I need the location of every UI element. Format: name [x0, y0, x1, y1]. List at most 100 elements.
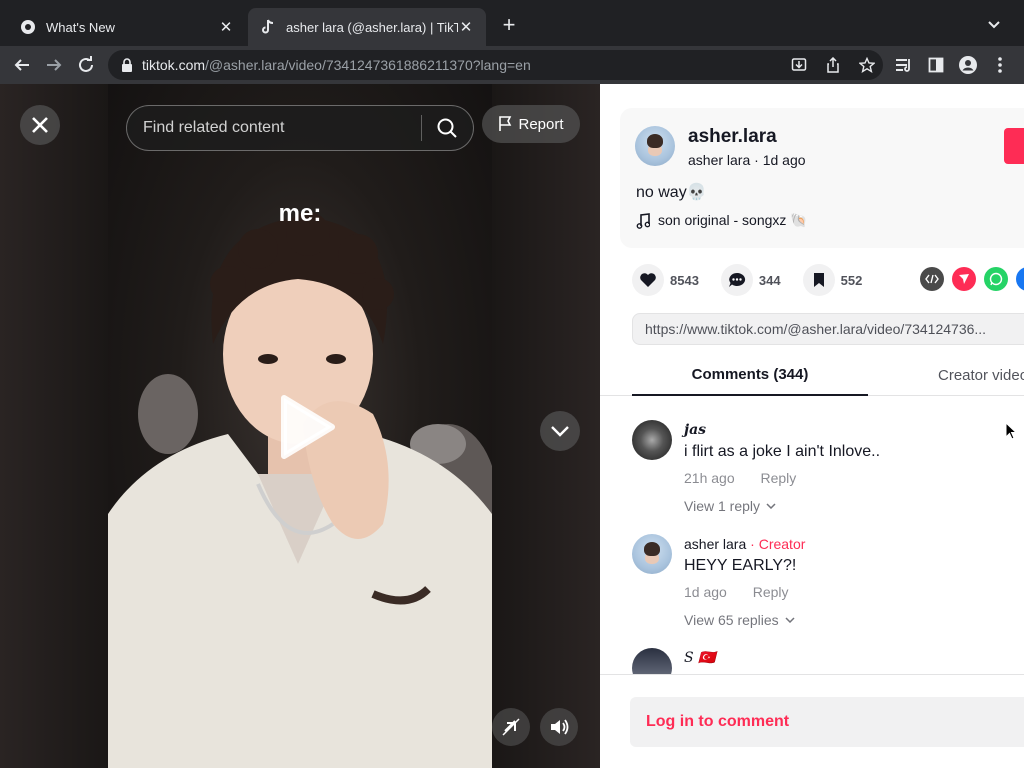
comment-time: 1d ago [684, 584, 727, 600]
chrome-icon [20, 19, 36, 35]
browser-tab-bar: What's New ✕ asher lara (@asher.lara) | … [0, 0, 1024, 46]
new-tab-button[interactable]: + [498, 14, 520, 36]
video-caption: me: [278, 200, 322, 227]
commenter-avatar[interactable] [632, 420, 672, 460]
comment-time: 21h ago [684, 470, 735, 486]
comment-footer: Log in to comment [600, 674, 1024, 768]
tab-search-icon[interactable] [984, 14, 1004, 34]
address-bar[interactable]: tiktok.com/@asher.lara/video/73412473618… [108, 50, 883, 80]
report-button[interactable]: Report [482, 105, 580, 143]
install-app-icon[interactable] [789, 55, 809, 75]
video-player[interactable]: Report me: [0, 84, 600, 768]
chevron-down-icon [551, 426, 569, 437]
author-info-card: asher.lara asher lara · 1d ago no way💀 s… [620, 108, 1024, 248]
comment-item: 𝒋𝒂𝒔 i flirt as a joke I ain't Inlove.. 2… [632, 420, 1024, 520]
close-video-button[interactable] [20, 105, 60, 145]
floating-player-icon [502, 718, 520, 736]
search-divider [421, 115, 422, 141]
like-action[interactable]: 8543 [632, 264, 699, 296]
heart-icon[interactable] [632, 264, 664, 296]
embed-icon[interactable] [920, 267, 944, 291]
chevron-down-icon [766, 503, 776, 509]
login-to-comment-button[interactable]: Log in to comment [630, 697, 1024, 747]
author-avatar[interactable] [635, 126, 675, 166]
browser-toolbar: tiktok.com/@asher.lara/video/73412473618… [0, 46, 1024, 84]
commenter-avatar[interactable] [632, 648, 672, 674]
menu-kebab-icon[interactable] [990, 55, 1010, 75]
comment-meta: 1d ago Reply [684, 584, 811, 600]
back-button[interactable] [9, 52, 35, 78]
search-icon[interactable] [436, 117, 458, 139]
whatsapp-icon[interactable] [984, 267, 1008, 291]
tab-title: What's New [46, 19, 115, 35]
save-action[interactable]: 552 [802, 264, 863, 296]
creator-badge: · Creator [750, 536, 806, 552]
save-count: 552 [840, 272, 863, 288]
forward-button[interactable] [41, 52, 67, 78]
reading-list-icon[interactable] [894, 55, 914, 75]
tab-comments[interactable]: Comments (344) [632, 354, 868, 396]
music-link[interactable]: son original - songxz 🐚 [636, 212, 808, 229]
related-search-input[interactable] [127, 119, 407, 137]
commenter-name[interactable]: 𝒋𝒂𝒔 [684, 422, 706, 438]
send-to-friends-icon[interactable] [952, 267, 976, 291]
profile-icon[interactable] [958, 55, 978, 75]
reply-link[interactable]: Reply [761, 470, 797, 486]
comment-tabs: Comments (344) Creator videos [600, 354, 1024, 396]
video-description: no way💀 [636, 184, 707, 201]
author-subline: asher lara · 1d ago [688, 152, 806, 168]
view-replies-button[interactable]: View 65 replies [684, 612, 795, 628]
comment-list: 𝒋𝒂𝒔 i flirt as a joke I ain't Inlove.. 2… [600, 396, 1024, 674]
comment-text: i flirt as a joke I ain't Inlove.. [684, 443, 881, 460]
tab-tiktok[interactable]: asher lara (@asher.lara) | TikTok ✕ [248, 8, 486, 46]
bookmark-icon[interactable] [802, 264, 835, 296]
engagement-actions: 8543 344 552 [632, 264, 884, 296]
commenter-name[interactable]: S 🇹🇷 [684, 650, 715, 666]
related-search-box[interactable] [126, 105, 474, 151]
chevron-down-icon [785, 617, 795, 623]
share-icon[interactable] [823, 55, 843, 75]
commenter-name[interactable]: asher lara [684, 536, 746, 552]
tab-whats-new[interactable]: What's New ✕ [8, 8, 246, 46]
reply-link[interactable]: Reply [753, 584, 789, 600]
view-replies-button[interactable]: View 1 reply [684, 498, 776, 514]
floating-player-button[interactable] [492, 708, 530, 746]
reload-button[interactable] [73, 52, 99, 78]
volume-button[interactable] [540, 708, 578, 746]
tab-close-icon[interactable]: ✕ [218, 18, 234, 36]
report-label: Report [518, 115, 564, 133]
side-panel-icon[interactable] [926, 55, 946, 75]
volume-icon [551, 719, 569, 735]
video-details-panel: asher.lara asher lara · 1d ago no way💀 s… [600, 84, 1024, 768]
comment-text: HEYY EARLY?! [684, 557, 797, 574]
comment-count: 344 [758, 272, 781, 288]
comment-item: S 🇹🇷 [632, 648, 1024, 674]
comment-icon[interactable] [720, 264, 753, 296]
copy-link-field[interactable]: https://www.tiktok.com/@asher.lara/video… [632, 313, 1024, 345]
tab-title: asher lara (@asher.lara) | TikTok [286, 19, 458, 35]
tab-close-icon[interactable]: ✕ [458, 18, 474, 36]
mouse-cursor-icon [1005, 422, 1017, 440]
view-replies-label: View 1 reply [684, 498, 761, 514]
author-username[interactable]: asher.lara [688, 126, 777, 148]
view-replies-label: View 65 replies [684, 612, 779, 628]
tab-creator-videos[interactable]: Creator videos [938, 354, 1024, 396]
bookmark-star-icon[interactable] [857, 55, 877, 75]
next-video-button[interactable] [540, 411, 580, 451]
comment-action[interactable]: 344 [720, 264, 781, 296]
music-title: son original - songxz 🐚 [658, 212, 808, 228]
play-icon[interactable] [276, 394, 336, 460]
commenter-name-row: asher lara · Creator [684, 536, 805, 552]
music-note-icon [636, 212, 650, 229]
close-icon [32, 117, 48, 133]
commenter-avatar[interactable] [632, 534, 672, 574]
url-text: tiktok.com/@asher.lara/video/73412473618… [142, 57, 531, 73]
comment-meta: 21h ago Reply [684, 470, 818, 486]
tiktok-icon [260, 19, 276, 35]
share-options [920, 267, 1024, 291]
lock-icon [120, 58, 134, 72]
follow-button[interactable] [1004, 128, 1024, 164]
flag-icon [499, 116, 512, 131]
comment-item: asher lara · Creator HEYY EARLY?! 1d ago… [632, 534, 1024, 634]
facebook-icon[interactable] [1016, 267, 1024, 291]
